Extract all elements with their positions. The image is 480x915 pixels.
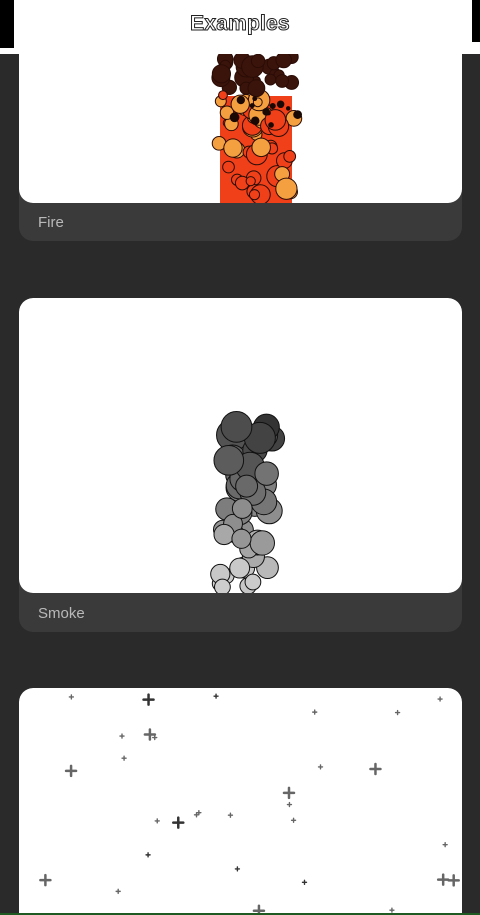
fire-particle: [283, 149, 297, 163]
sparkle-particle: [213, 693, 219, 699]
sparkle-particle: [394, 709, 401, 716]
smoke-particle: [231, 498, 253, 519]
fire-particle: [251, 137, 271, 158]
sparkle-particle: [145, 852, 151, 858]
sparkle-particle: [172, 816, 185, 829]
sparkle-particle: [286, 801, 293, 808]
example-card-smoke[interactable]: Smoke: [19, 298, 462, 632]
smoke-particles: [210, 410, 286, 593]
sparkle-particle: [121, 755, 127, 761]
fire-particle: [211, 64, 232, 84]
smoke-particle: [244, 573, 262, 591]
ember-particle: [236, 95, 246, 105]
sparkle-particle: [290, 817, 297, 823]
smoke-particle: [213, 445, 245, 476]
smoke-particle: [254, 461, 279, 486]
sparkle-particle: [436, 873, 450, 886]
example-label-fire: Fire: [38, 214, 64, 231]
sparkle-particle: [282, 786, 296, 800]
fire-particle: [250, 53, 266, 69]
smoke-particle: [229, 557, 251, 579]
smoke-preview: [19, 298, 462, 593]
sparkle-particle: [142, 693, 155, 706]
sparkle-particle: [39, 873, 52, 887]
ember-particle: [293, 110, 302, 119]
smoke-particle: [213, 523, 235, 546]
example-card-sparkles[interactable]: [19, 688, 462, 915]
fire-particle: [275, 177, 298, 200]
ember-particle: [249, 103, 255, 109]
sparkle-particle: [152, 734, 158, 741]
sparkle-particle: [442, 841, 448, 848]
fire-particle: [245, 176, 256, 187]
sparkle-particle: [317, 764, 324, 770]
sparkle-particle: [154, 818, 160, 824]
sparkle-particle: [234, 866, 241, 872]
sparkle-particle: [119, 733, 125, 739]
fire-particle: [247, 79, 266, 98]
fire-particle: [218, 90, 228, 101]
sparkle-particle: [389, 907, 395, 913]
ember-particle: [229, 112, 240, 123]
navigation-bar: Examples: [0, 0, 480, 54]
ember-particle: [262, 107, 271, 116]
fire-particle: [275, 51, 292, 69]
ember-particle: [269, 103, 276, 110]
smoke-particle: [220, 410, 253, 443]
sparkle-particle: [227, 812, 234, 818]
sparkle-particle: [196, 809, 202, 816]
ember-particle: [250, 116, 260, 126]
smoke-particle: [231, 528, 252, 549]
fire-particle: [222, 160, 235, 174]
smoke-particle: [214, 578, 231, 593]
sparkle-particle: [369, 762, 382, 776]
sparkle-particle: [447, 874, 460, 887]
sparkle-particle: [64, 764, 78, 778]
sparkle-particle: [68, 694, 75, 700]
ember-particle: [276, 100, 285, 109]
sparkle-particles: [39, 693, 460, 915]
smoke-particle: [235, 474, 259, 498]
ember-particle: [252, 96, 258, 102]
sparkle-particle: [193, 812, 200, 818]
sparkle-particle: [437, 696, 443, 702]
ember-particle: [268, 122, 274, 128]
sparkle-particle: [312, 709, 318, 715]
sparkle-particle: [301, 879, 308, 886]
sparkles-preview: [19, 688, 462, 915]
examples-screen: Examples Fire Smoke: [0, 0, 480, 915]
sparkle-particle: [115, 888, 121, 895]
ember-particle: [285, 106, 291, 111]
fire-particle: [248, 189, 261, 201]
smoke-particle: [249, 530, 275, 556]
fire-particle: [264, 73, 277, 86]
page-title: Examples: [190, 12, 290, 36]
fire-particle: [275, 74, 290, 88]
fire-particle: [223, 138, 243, 158]
example-label-smoke: Smoke: [38, 605, 85, 622]
